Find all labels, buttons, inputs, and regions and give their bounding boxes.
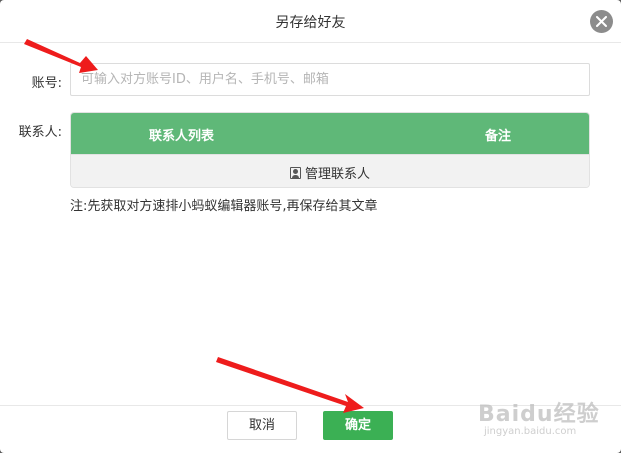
- dialog-header: 另存给好友: [0, 0, 621, 43]
- cancel-button[interactable]: 取消: [227, 411, 297, 440]
- close-icon: [596, 16, 607, 27]
- close-button[interactable]: [590, 10, 613, 33]
- manage-contacts-button[interactable]: 管理联系人: [71, 154, 589, 187]
- account-input[interactable]: [70, 63, 590, 96]
- contacts-table: 联系人列表 备注 管理联系人: [70, 112, 590, 188]
- note-text: 注:先获取对方速排小蚂蚁编辑器账号,再保存给其文章: [70, 199, 378, 214]
- confirm-button[interactable]: 确定: [323, 411, 393, 440]
- dialog-title: 另存给好友: [275, 15, 346, 31]
- contacts-label: 联系人:: [18, 125, 62, 140]
- watermark-main: Baidu经验: [478, 402, 600, 427]
- save-to-friend-dialog: 另存给好友 账号: 联系人: 联系人列表 备注 管理联系人 注:先获取对方速排小…: [0, 0, 621, 453]
- manage-contacts-content: 管理联系人: [71, 163, 589, 182]
- account-label: 账号:: [31, 76, 62, 91]
- baidu-watermark: Baidu经验 jingyan.baidu.com: [478, 396, 600, 437]
- column-header-contact-list: 联系人列表: [149, 129, 215, 144]
- contacts-table-header: 联系人列表 备注: [71, 113, 589, 154]
- column-header-remark: 备注: [485, 129, 512, 144]
- contact-card-icon: [289, 167, 301, 179]
- manage-contacts-label: 管理联系人: [304, 167, 370, 182]
